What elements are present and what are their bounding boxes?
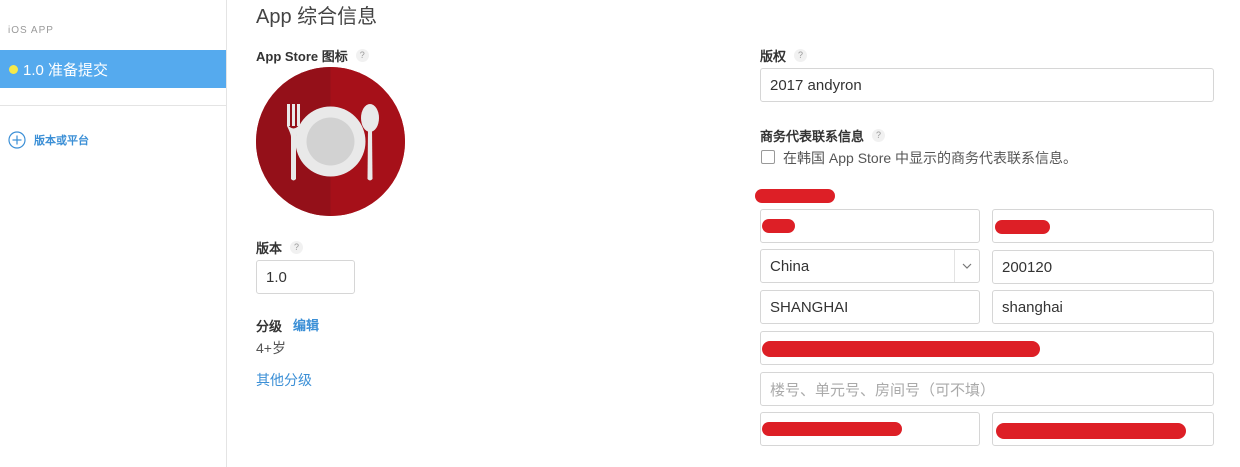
country-value: China [770, 257, 810, 275]
city-input[interactable]: shanghai [992, 290, 1214, 324]
rating-value: 4+岁 [256, 340, 286, 356]
help-icon[interactable]: ? [290, 241, 304, 254]
redacted-name [755, 189, 835, 203]
country-select[interactable]: China [760, 249, 980, 283]
fork-plate-spoon-icon[interactable] [256, 67, 405, 216]
version-label: 版本 ? [256, 238, 304, 257]
redacted-phone [762, 422, 902, 436]
rating-edit-link[interactable]: 编辑 [293, 315, 319, 334]
province-input[interactable]: SHANGHAI [760, 290, 980, 324]
icon-label-text: App Store 图标 [256, 49, 348, 64]
copyright-label: 版权 ? [760, 46, 808, 65]
sidebar: iOS APP 1.0 准备提交 版本或平台 [0, 0, 227, 467]
sidebar-item-label: 1.0 准备提交 [23, 61, 109, 79]
status-dot [9, 64, 18, 74]
contact-label: 商务代表联系信息 ? [760, 126, 886, 145]
redacted-address [762, 341, 1040, 357]
rating-label-text: 分级 [256, 319, 283, 334]
sidebar-item-version[interactable]: 1.0 准备提交 [0, 50, 226, 88]
rating-label: 分级 [256, 316, 282, 335]
sidebar-divider [0, 105, 226, 106]
copyright-input[interactable]: 2017 andyron [760, 68, 1214, 102]
redacted-first-name [762, 219, 795, 233]
add-label: 版本或平台 [34, 135, 89, 147]
page-title: App 综合信息 [256, 6, 378, 28]
version-label-text: 版本 [256, 241, 283, 256]
korea-contact-checkbox[interactable] [761, 150, 775, 164]
contact-label-text: 商务代表联系信息 [760, 129, 865, 144]
address-line2-input[interactable]: 楼号、单元号、房间号（可不填） [760, 372, 1214, 406]
version-input[interactable]: 1.0 [256, 260, 355, 294]
help-icon[interactable]: ? [355, 49, 369, 62]
add-version-or-platform-button[interactable]: 版本或平台 [8, 131, 89, 149]
korea-checkbox-label: 在韩国 App Store 中显示的商务代表联系信息。 [783, 150, 1078, 166]
help-icon[interactable]: ? [872, 129, 886, 142]
chevron-down-icon [954, 250, 979, 282]
copyright-label-text: 版权 [760, 49, 787, 64]
redacted-email [996, 423, 1186, 439]
postcode-input[interactable]: 200120 [992, 250, 1214, 284]
sidebar-header: iOS APP [8, 25, 54, 36]
help-icon[interactable]: ? [794, 49, 808, 62]
redacted-last-name [995, 220, 1050, 234]
add-circle-icon [8, 131, 26, 149]
icon-label: App Store 图标 ? [256, 46, 369, 65]
other-ratings-link[interactable]: 其他分级 [256, 370, 312, 390]
